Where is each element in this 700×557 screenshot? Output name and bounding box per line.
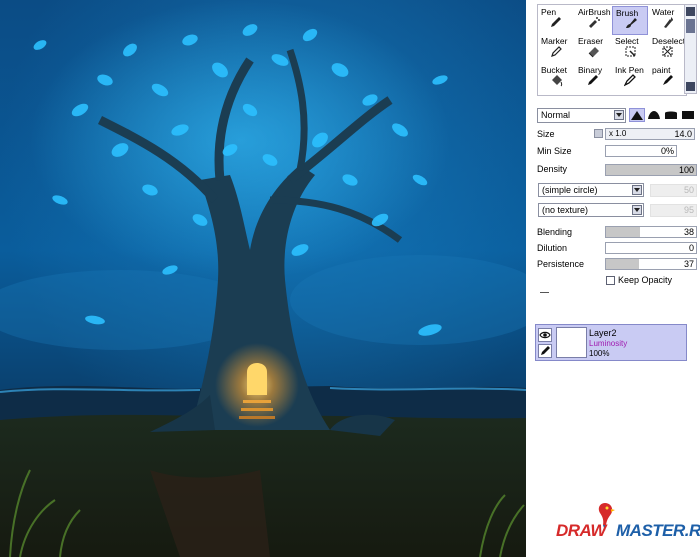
layer-thumbnail [556, 327, 587, 358]
tool-ink-pen[interactable]: Ink Pen [612, 64, 648, 93]
keep-opacity-checkbox[interactable] [606, 276, 615, 285]
layer-opacity: 100% [589, 349, 610, 358]
size-value: 14.0 [674, 129, 692, 139]
watermark-text-draw: DRAW [556, 521, 606, 540]
layer-name: Layer2 [589, 328, 617, 338]
scrollbar-thumb[interactable] [686, 19, 695, 33]
persistence-fill [606, 259, 640, 269]
tool-water[interactable]: Water [649, 6, 685, 35]
eraser-icon [588, 47, 599, 58]
density-slider[interactable]: 100 [605, 164, 697, 176]
layer-blend-mode: Luminosity [589, 339, 628, 348]
tree-painting [0, 0, 526, 557]
tool-airbrush[interactable]: AirBrush [575, 6, 611, 35]
shape-strength-field: 50 [650, 184, 697, 197]
watermark-text-master: MASTER.RU [616, 521, 700, 540]
tool-pen[interactable]: Pen [538, 6, 574, 35]
pen-icon [551, 17, 561, 27]
brush-icon [626, 18, 637, 28]
blending-label: Blending [537, 227, 573, 237]
min-size-slider[interactable]: 0% [605, 145, 677, 157]
paint-icon [663, 75, 673, 85]
shape-strength-value: 50 [683, 185, 694, 195]
blending-value: 38 [683, 227, 694, 237]
brush-shape-flat[interactable] [664, 108, 680, 122]
airbrush-icon [589, 17, 600, 28]
tool-deselect[interactable]: Deselect [649, 35, 685, 64]
chevron-down-icon [632, 185, 642, 195]
layer-visibility-toggle[interactable] [538, 328, 552, 342]
layer-edit-toggle[interactable] [538, 344, 552, 358]
blending-slider[interactable]: 38 [605, 226, 697, 238]
blend-mode-value: Normal [541, 110, 571, 120]
layer-item[interactable]: Layer2 Luminosity 100% [535, 324, 687, 361]
keep-opacity-label: Keep Opacity [618, 275, 673, 285]
brush-shape-square[interactable] [681, 108, 697, 122]
dilution-value: 0 [688, 243, 694, 253]
blend-mode-dropdown[interactable]: Normal [537, 108, 626, 123]
deselect-icon [662, 46, 673, 57]
brush-shape-value: (simple circle) [542, 185, 598, 195]
texture-value: (no texture) [542, 205, 589, 215]
tool-binary[interactable]: Binary [575, 64, 611, 93]
tool-bucket[interactable]: Bucket [538, 64, 574, 93]
texture-dropdown[interactable]: (no texture) [538, 203, 644, 217]
tool-palette: Pen AirBrush Brush Water Marker Eraser Select D… [537, 4, 687, 96]
size-label: Size [537, 129, 555, 139]
dilution-slider[interactable]: 0 [605, 242, 697, 254]
blending-fill [606, 227, 641, 237]
tool-brush[interactable]: Brush [612, 6, 648, 35]
persistence-slider[interactable]: 37 [605, 258, 697, 270]
brush-shape-sharp[interactable] [629, 108, 645, 122]
persistence-value: 37 [683, 259, 694, 269]
min-size-label: Min Size [537, 146, 572, 156]
tool-palette-scrollbar[interactable] [684, 4, 697, 94]
texture-strength-field: 95 [650, 204, 697, 217]
tool-eraser[interactable]: Eraser [575, 35, 611, 64]
panel-divider [540, 292, 549, 293]
marker-icon [551, 46, 562, 57]
tool-paint[interactable]: paint [649, 64, 685, 93]
binary-icon [588, 75, 598, 85]
scroll-up-arrow[interactable] [686, 7, 695, 16]
ink-pen-icon [624, 74, 636, 87]
brush-shape-round[interactable] [647, 108, 663, 122]
chevron-down-icon [614, 110, 624, 120]
brush-settings-panel: Normal Size x 1.0 14.0 Min Size 0% Densi… [537, 102, 700, 295]
size-field[interactable]: x 1.0 14.0 [605, 128, 695, 140]
chevron-down-icon [632, 205, 642, 215]
persistence-label: Persistence [537, 259, 585, 269]
texture-strength-value: 95 [683, 205, 694, 215]
tool-select[interactable]: Select [612, 35, 648, 64]
pencil-icon [541, 346, 550, 355]
select-icon [625, 46, 636, 57]
dilution-label: Dilution [537, 243, 568, 253]
drawing-canvas[interactable] [0, 0, 526, 557]
site-watermark: DRAW MASTER.RU [556, 503, 700, 545]
min-size-value: 0% [660, 146, 674, 156]
brush-shape-dropdown[interactable]: (simple circle) [538, 183, 644, 197]
tool-marker[interactable]: Marker [538, 35, 574, 64]
scroll-down-arrow[interactable] [686, 82, 695, 91]
bucket-icon [552, 75, 563, 87]
water-icon [664, 17, 673, 28]
density-value: 100 [678, 165, 694, 175]
size-multiplier: x 1.0 [609, 129, 627, 138]
density-label: Density [537, 164, 568, 174]
eye-icon [539, 331, 551, 339]
size-minus-button[interactable] [594, 129, 603, 138]
